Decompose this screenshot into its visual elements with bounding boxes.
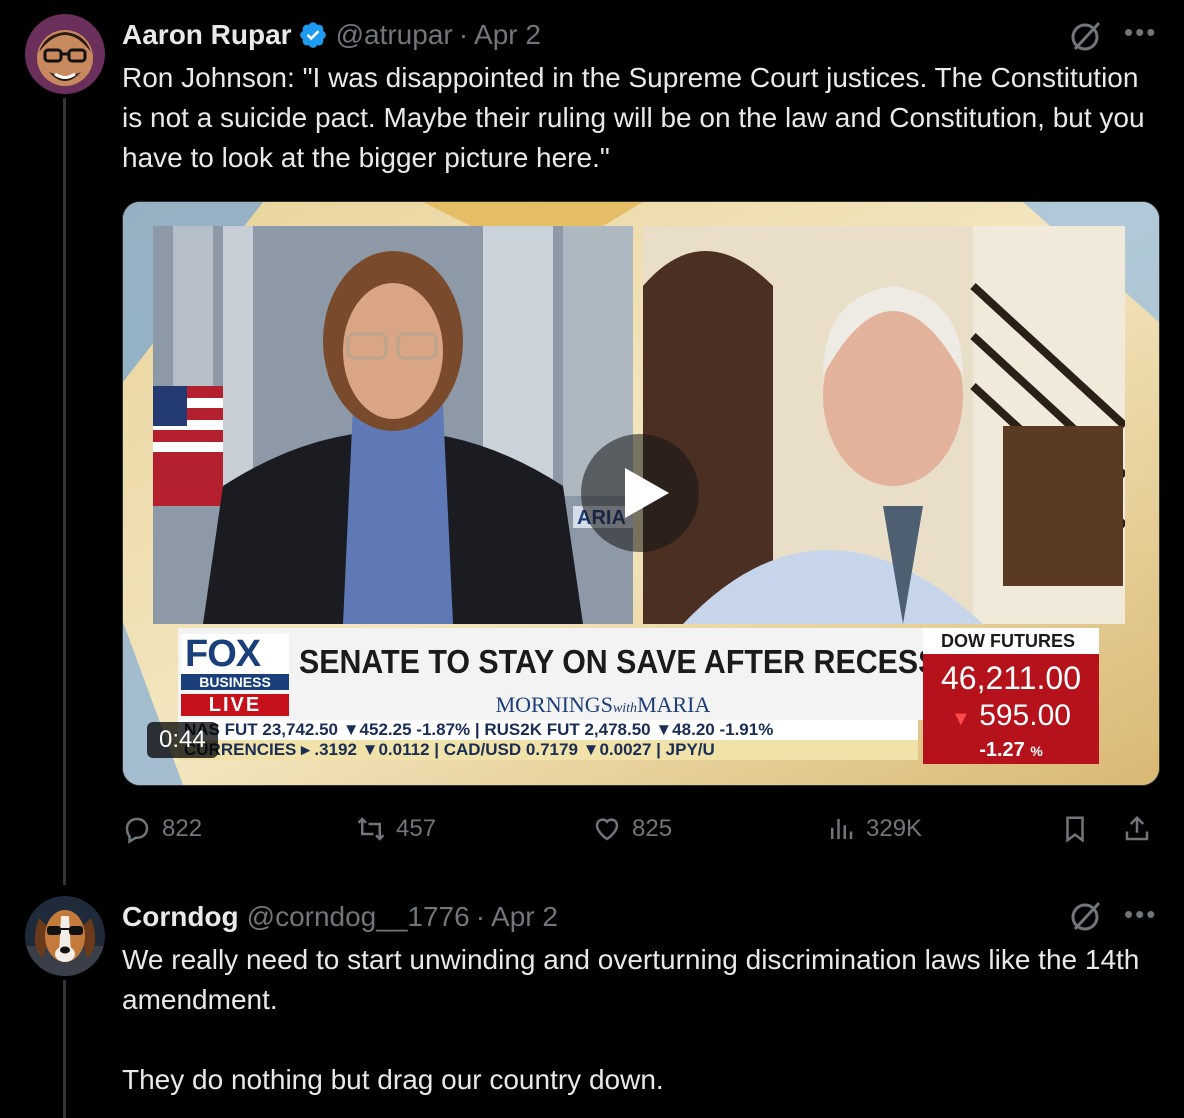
heart-icon	[595, 818, 619, 841]
avatar[interactable]	[25, 896, 105, 976]
ticker-text-1: NAS FUT 23,742.50 ▼452.25 -1.87% | RUS2K…	[184, 720, 774, 739]
author-handle[interactable]: @corndog__1776	[247, 901, 470, 933]
dow-futures-panel: 46,211.00 ▼ 595.00 -1.27 %	[923, 654, 1099, 764]
show-title: MORNINGSwithMARIA	[483, 692, 723, 718]
bookmark-button[interactable]	[1060, 814, 1100, 844]
separator-dot: ·	[475, 901, 486, 932]
views-button[interactable]: 329K	[826, 814, 922, 844]
ticker-text-2: CURRENCIES ▸ .3192 ▼0.0112 | CAD/USD 0.7…	[184, 740, 715, 759]
show-title-mornings: MORNINGS	[495, 692, 613, 717]
avatar[interactable]	[25, 14, 105, 94]
reply-button[interactable]: 822	[122, 814, 202, 844]
tweet-header: Aaron Rupar @atrupar · Apr 2	[122, 15, 541, 55]
like-button[interactable]: 825	[592, 814, 672, 844]
video-player[interactable]: ARIA FOX BUSINESS LIVE SENATE TO STAY ON…	[122, 201, 1160, 786]
tweet-header: Corndog @corndog__1776 · Apr 2	[122, 897, 558, 937]
more-options-icon[interactable]: •••	[1124, 19, 1157, 45]
repost-count: 457	[396, 815, 437, 842]
share-icon	[1125, 815, 1149, 841]
live-badge: LIVE	[181, 694, 289, 716]
separator-dot: ·	[458, 19, 469, 50]
reply-icon	[125, 817, 149, 844]
author-name[interactable]: Corndog	[122, 901, 239, 933]
action-bar: 822 457 825 329K	[122, 808, 1158, 854]
like-count: 825	[632, 815, 673, 842]
verified-badge-icon[interactable]	[298, 20, 328, 50]
more-options-icon[interactable]: •••	[1124, 901, 1157, 927]
dow-futures-box: DOW FUTURES 46,211.00 ▼ 595.00 -1.27 %	[923, 628, 1099, 764]
ticker-row-2: CURRENCIES ▸ .3192 ▼0.0112 | CAD/USD 0.7…	[178, 740, 918, 760]
repost-icon	[357, 817, 385, 841]
thread-line	[63, 980, 66, 1118]
play-icon	[625, 468, 669, 518]
dow-futures-pct-value: -1.27	[979, 739, 1025, 761]
dow-futures-change: ▼ 595.00	[951, 699, 1071, 732]
thread-line	[63, 98, 66, 885]
timestamp[interactable]: Apr 2	[474, 19, 541, 51]
share-button[interactable]	[1122, 814, 1162, 844]
video-duration: 0:44	[147, 722, 218, 758]
studio-panel: ARIA	[153, 226, 633, 624]
play-button[interactable]	[581, 434, 699, 552]
dow-futures-change-value: 595.00	[979, 699, 1071, 732]
dow-futures-pct: -1.27 %	[923, 737, 1099, 764]
show-title-maria: MARIA	[637, 692, 711, 717]
business-wordmark: BUSINESS	[181, 674, 289, 690]
views-count: 329K	[866, 815, 923, 842]
dow-futures-label: DOW FUTURES	[941, 631, 1075, 651]
views-icon	[831, 819, 853, 839]
bookmark-icon	[1066, 816, 1084, 843]
headline: SENATE TO STAY ON SAVE AFTER RECESS	[299, 643, 939, 680]
reply-count: 822	[162, 815, 203, 842]
ticker-row-1: NAS FUT 23,742.50 ▼452.25 -1.87% | RUS2K…	[178, 720, 918, 740]
author-name[interactable]: Aaron Rupar	[122, 19, 292, 51]
tweet-text: Ron Johnson: "I was disappointed in the …	[122, 62, 1153, 173]
dow-futures-value: 46,211.00	[941, 660, 1081, 696]
show-title-with: with	[612, 701, 638, 716]
author-handle[interactable]: @atrupar	[336, 19, 453, 51]
timestamp[interactable]: Apr 2	[491, 901, 558, 933]
repost-button[interactable]: 457	[356, 814, 436, 844]
grok-icon[interactable]	[1068, 898, 1104, 934]
grok-icon[interactable]	[1068, 18, 1104, 54]
fox-wordmark: FOX	[185, 633, 261, 675]
live-label: LIVE	[208, 694, 262, 716]
dow-futures-pct-sign: %	[1030, 743, 1043, 759]
guest-panel	[643, 226, 1125, 624]
tweet-text: We really need to start unwinding and ov…	[122, 944, 1140, 1095]
fox-business-logo: FOX BUSINESS	[181, 634, 289, 690]
